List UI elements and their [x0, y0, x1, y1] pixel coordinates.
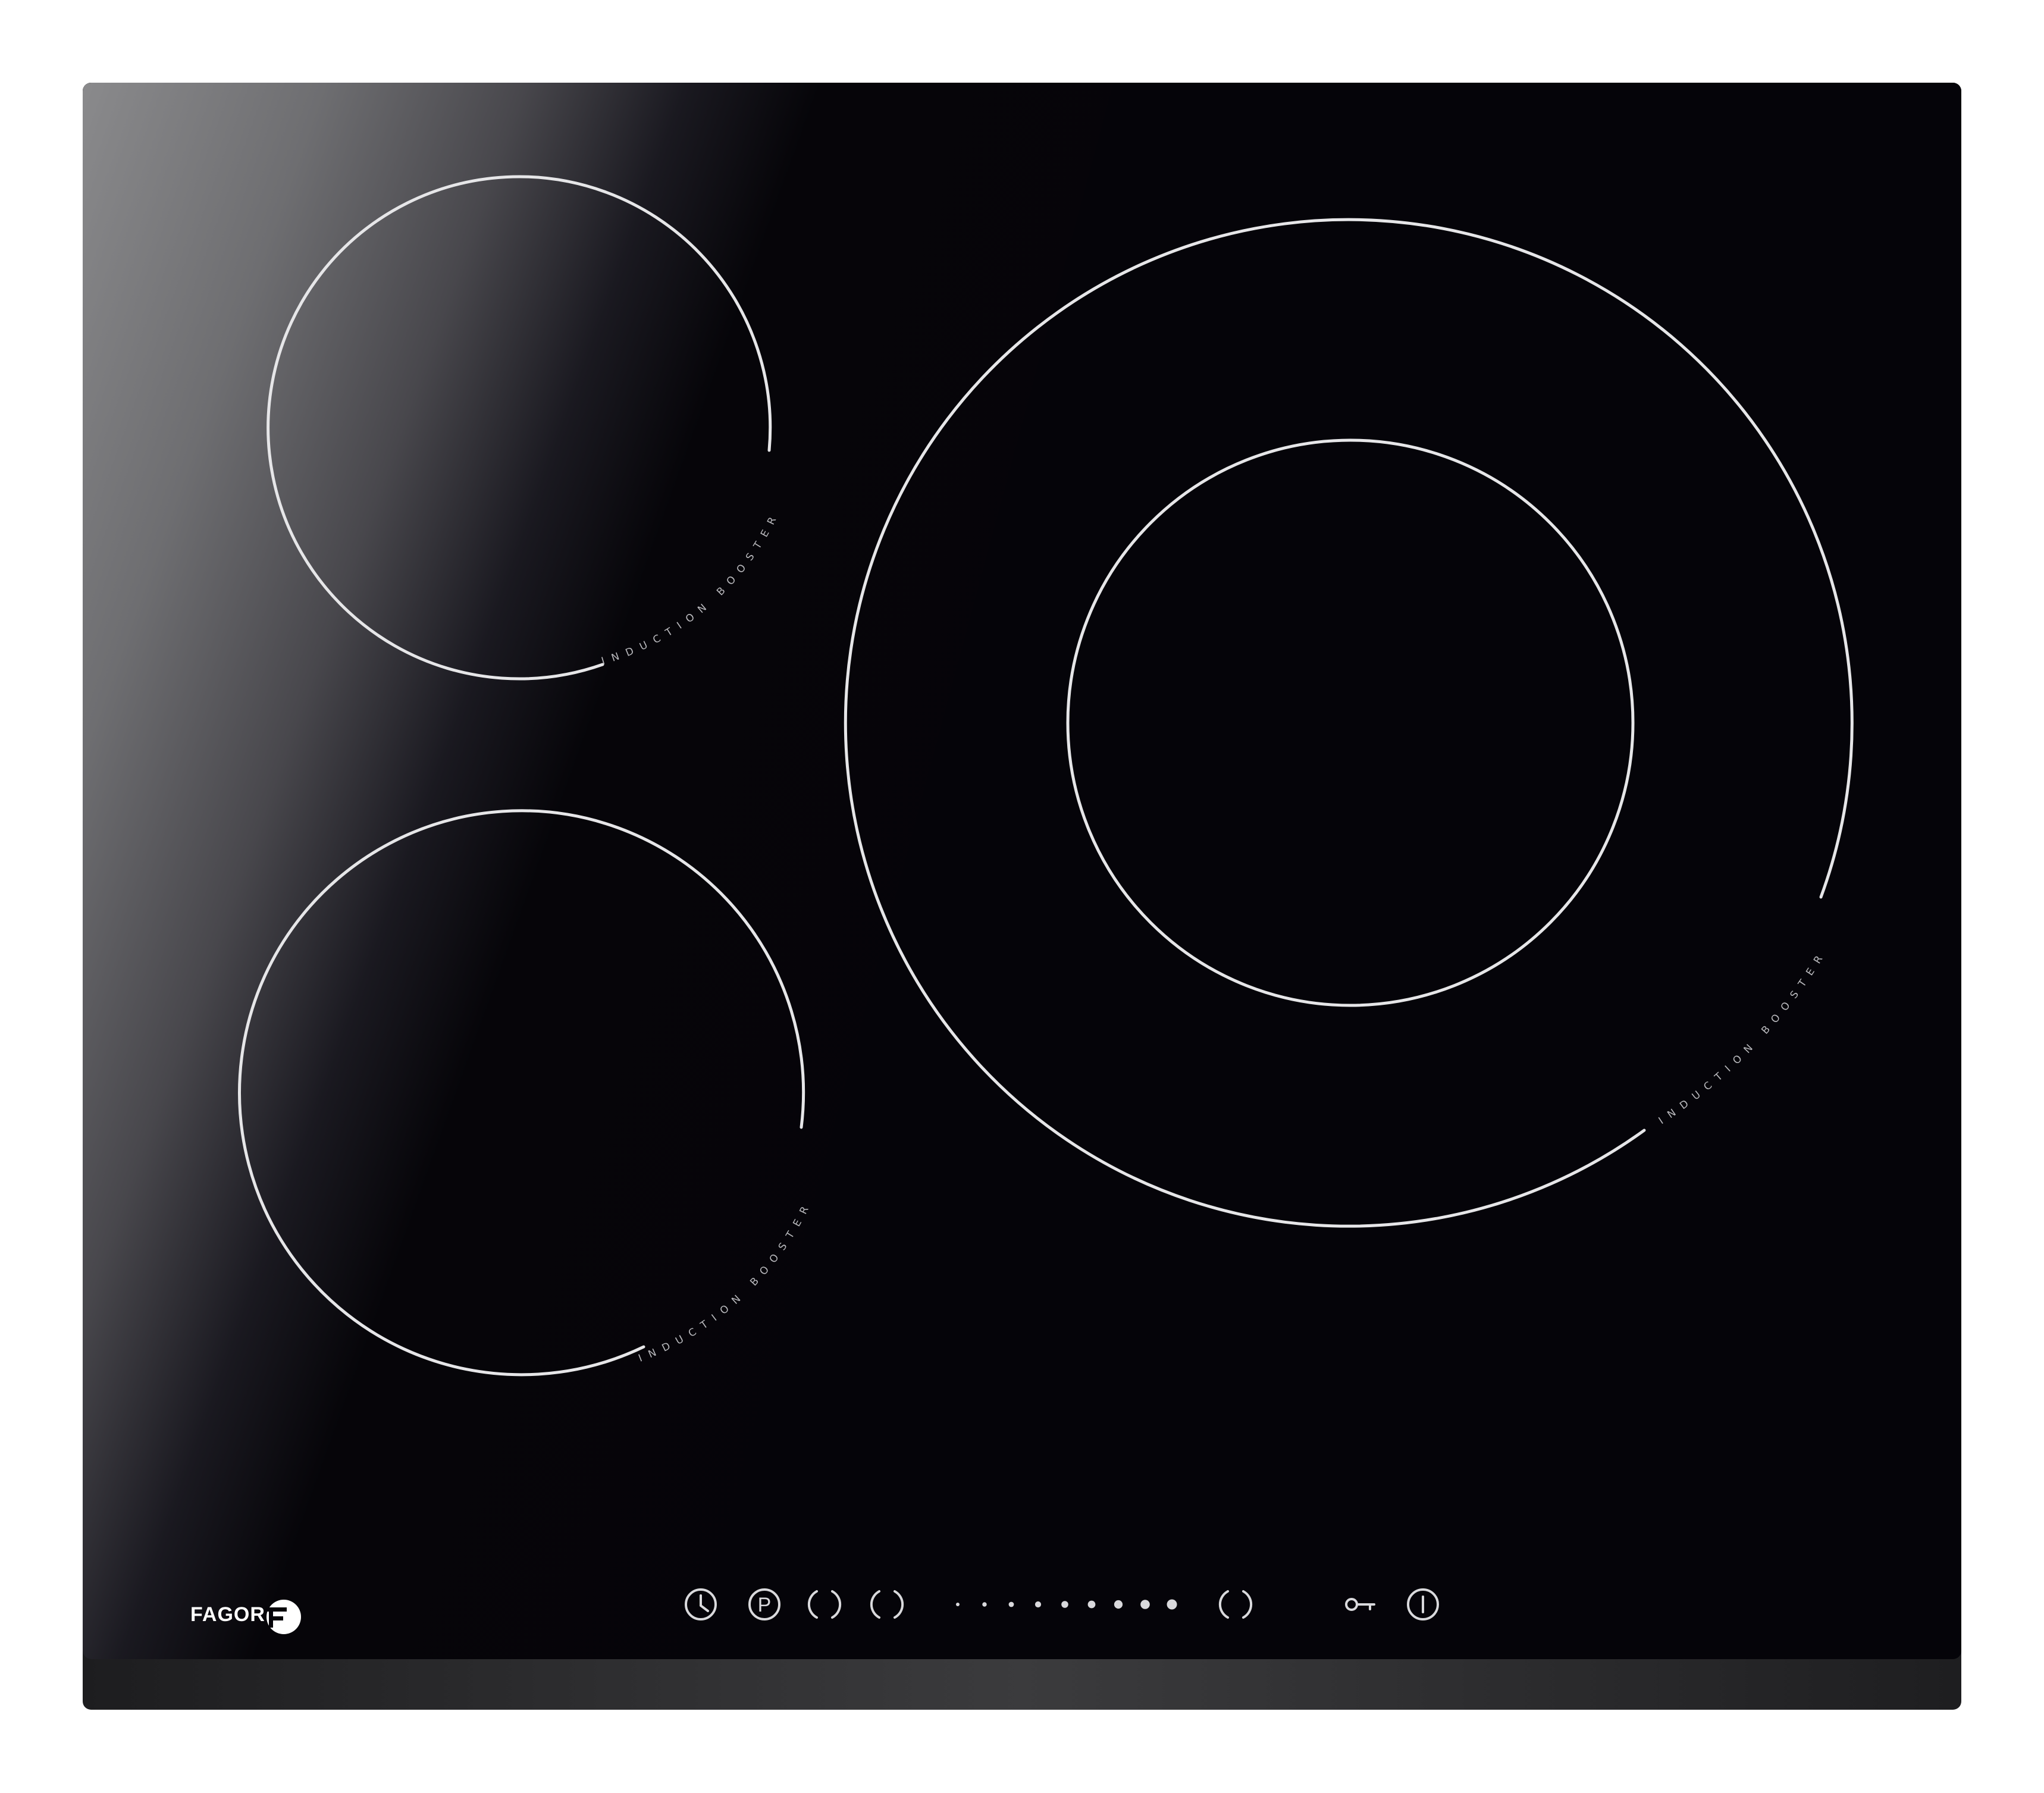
slider-step-3[interactable]: [1008, 1601, 1014, 1607]
slider-step-6[interactable]: [1087, 1600, 1096, 1609]
slider-step-7[interactable]: [1114, 1600, 1123, 1609]
program-label: P: [758, 1594, 772, 1616]
induction-hob: INDUCTION BOOSTER INDUCTION BOOSTER INDU…: [83, 83, 1961, 1710]
slider-step-9[interactable]: [1167, 1599, 1177, 1610]
slider-step-2[interactable]: [982, 1602, 987, 1607]
slider-step-5[interactable]: [1061, 1601, 1068, 1608]
brand-name: FAGOR: [190, 1603, 265, 1626]
slider-step-1[interactable]: [956, 1603, 960, 1606]
slider-step-4[interactable]: [1034, 1601, 1042, 1608]
slider-step-8[interactable]: [1140, 1600, 1150, 1609]
